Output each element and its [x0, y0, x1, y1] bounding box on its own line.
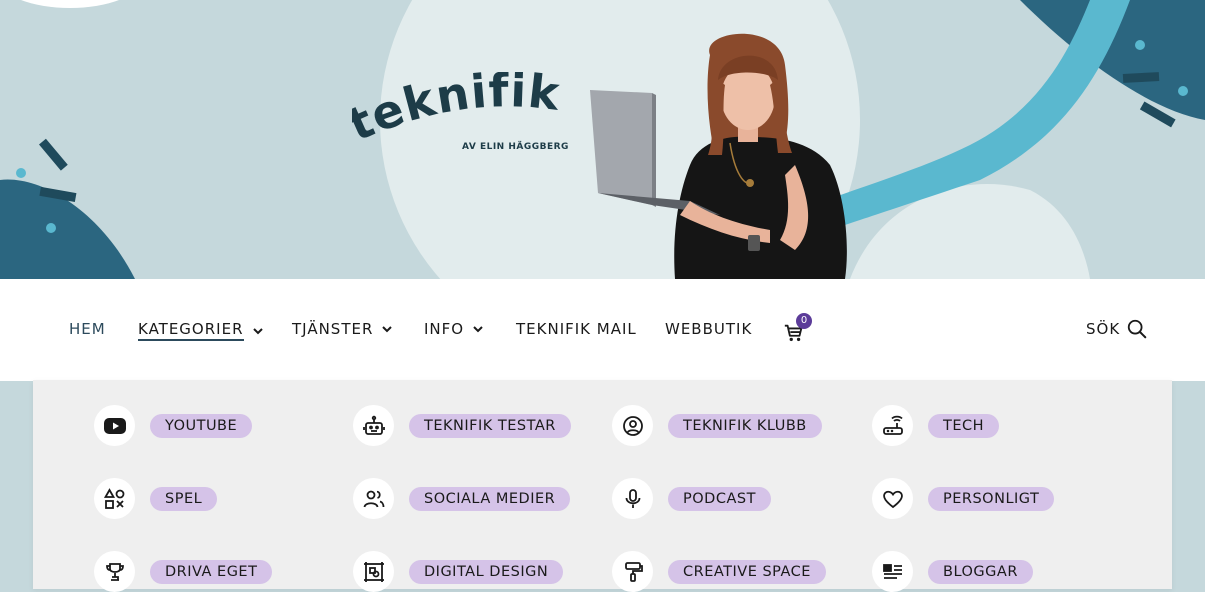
category-label: DRIVA EGET	[150, 559, 273, 584]
cart-count-badge: 0	[796, 313, 812, 329]
nav-label: WEBBUTIK	[665, 320, 753, 338]
category-label: TECH	[928, 413, 1000, 438]
hero-person-image	[590, 33, 847, 279]
category-sociala-medier[interactable]: SOCIALA MEDIER	[353, 478, 571, 519]
trophy-icon	[94, 551, 135, 592]
category-driva-eget[interactable]: DRIVA EGET	[94, 551, 273, 592]
svg-text:teknifik: teknifik	[352, 72, 563, 142]
nav-item-kategorier[interactable]: KATEGORIER	[138, 320, 263, 341]
category-podcast[interactable]: PODCAST	[612, 478, 771, 519]
category-label: SOCIALA MEDIER	[409, 486, 571, 511]
search-button[interactable]: SÖK	[1086, 318, 1148, 340]
nav-item-tjanster[interactable]: TJÄNSTER	[292, 320, 393, 338]
category-label: TEKNIFIK TESTAR	[409, 413, 571, 438]
search-icon	[1128, 319, 1147, 339]
robot-icon	[353, 405, 394, 446]
category-label: PODCAST	[668, 486, 771, 511]
category-label: PERSONLIGT	[928, 486, 1055, 511]
category-label: TEKNIFIK KLUBB	[668, 413, 822, 438]
logo-word-text: teknifik	[352, 72, 562, 142]
chevron-down-icon	[382, 326, 393, 333]
user-circle-icon	[612, 405, 653, 446]
category-tech[interactable]: TECH	[872, 405, 1000, 446]
nav-label: HEM	[69, 320, 106, 338]
frame-icon	[353, 551, 394, 592]
nav-item-webbutik[interactable]: WEBBUTIK	[665, 320, 752, 338]
nav-label: TJÄNSTER	[292, 320, 374, 338]
search-label: SÖK	[1086, 320, 1121, 338]
nav-label: TEKNIFIK MAIL	[516, 320, 637, 338]
category-creative-space[interactable]: CREATIVE SPACE	[612, 551, 826, 592]
category-spel[interactable]: SPEL	[94, 478, 218, 519]
hero-banner: teknifik AV ELIN HÄGGBERG	[0, 0, 1205, 279]
nav-item-teknifik-mail[interactable]: TEKNIFIK MAIL	[516, 320, 637, 338]
chevron-down-icon	[252, 327, 263, 334]
category-personligt[interactable]: PERSONLIGT	[872, 478, 1055, 519]
category-teknifik-testar[interactable]: TEKNIFIK TESTAR	[353, 405, 571, 446]
category-label: SPEL	[150, 486, 218, 511]
category-label: CREATIVE SPACE	[668, 559, 826, 584]
microphone-icon	[612, 478, 653, 519]
category-youtube[interactable]: YOUTUBE	[94, 405, 253, 446]
category-label: BLOGGAR	[928, 559, 1033, 584]
category-label: DIGITAL DESIGN	[409, 559, 564, 584]
router-icon	[872, 405, 913, 446]
cart-button[interactable]: 0	[783, 313, 815, 344]
youtube-icon	[94, 405, 135, 446]
category-label: YOUTUBE	[150, 413, 253, 438]
category-digital-design[interactable]: DIGITAL DESIGN	[353, 551, 564, 592]
logo-wordmark: teknifik	[352, 72, 563, 142]
heart-icon	[872, 478, 913, 519]
main-navigation: HEM KATEGORIER TJÄNSTER INFO TEKNIFIK MA…	[0, 279, 1205, 381]
paint-roller-icon	[612, 551, 653, 592]
logo-subtitle: AV ELIN HÄGGBERG	[462, 142, 569, 152]
article-icon	[872, 551, 913, 592]
teknifik-logo[interactable]: teknifik AV ELIN HÄGGBERG	[352, 72, 572, 162]
users-icon	[353, 478, 394, 519]
chevron-down-icon	[473, 326, 483, 333]
category-bloggar[interactable]: BLOGGAR	[872, 551, 1033, 592]
nav-item-hem[interactable]: HEM	[69, 320, 106, 338]
shapes-icon	[94, 478, 135, 519]
nav-label: INFO	[424, 320, 465, 338]
nav-label: KATEGORIER	[138, 320, 244, 341]
nav-item-info[interactable]: INFO	[424, 320, 483, 338]
categories-dropdown-panel: YOUTUBE TEKNIFIK TESTAR TEKNIFIK KLUBB T…	[33, 380, 1172, 592]
category-teknifik-klubb[interactable]: TEKNIFIK KLUBB	[612, 405, 822, 446]
